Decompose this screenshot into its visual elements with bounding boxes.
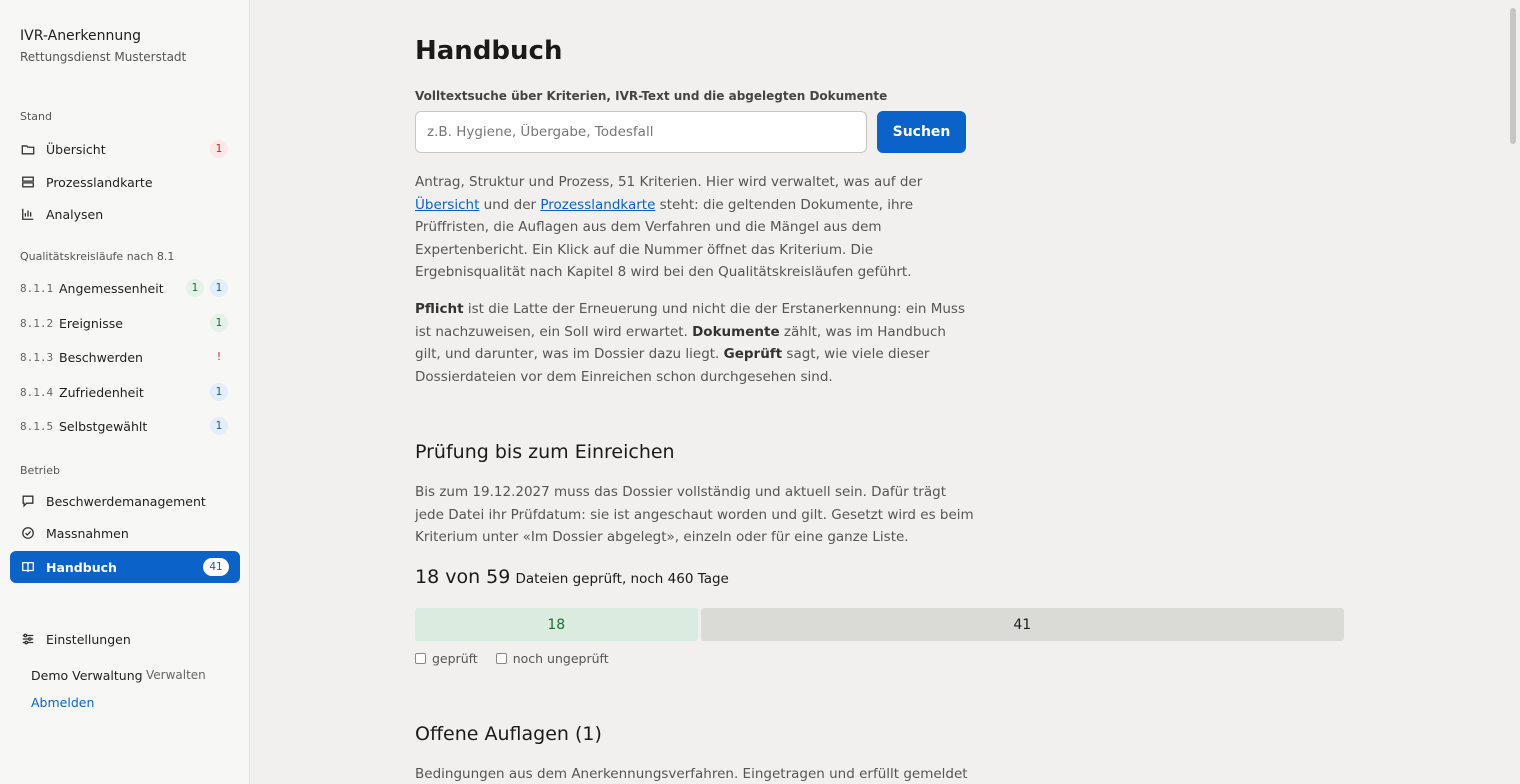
sidebar-item-uebersicht[interactable]: Übersicht 1 — [10, 134, 240, 164]
filter-checked[interactable]: geprüft — [415, 651, 478, 666]
legend-label: noch ungeprüft — [512, 651, 609, 666]
section-label-stand: Stand — [20, 110, 52, 123]
sliders-icon — [20, 631, 36, 647]
criterion-number: 8.1.2 — [20, 316, 54, 330]
check-circle-icon — [20, 525, 36, 541]
info-badge: 1 — [210, 279, 228, 297]
term-pflicht: Pflicht — [415, 301, 464, 317]
term-dokumente: Dokumente — [692, 323, 780, 340]
done-badge: 1 — [210, 314, 228, 332]
folder-icon — [20, 141, 36, 157]
sidebar-item-label: Übersicht — [46, 141, 106, 157]
sidebar-item-beschwerdemanagement[interactable]: Beschwerdemanagement — [10, 486, 240, 516]
bar-chart-icon — [20, 206, 36, 222]
intro-text: und der — [479, 196, 541, 213]
sidebar-item-ereignisse[interactable]: 8.1.2 Ereignisse 1 — [10, 308, 240, 338]
info-badge: 1 — [210, 417, 228, 435]
done-badge: 1 — [186, 279, 204, 297]
section-heading-auflagen: Offene Auflagen (1) — [415, 723, 602, 745]
info-badge: 1 — [210, 383, 228, 401]
intro-paragraph: Antrag, Struktur und Prozess, 51 Kriteri… — [415, 171, 975, 284]
review-count: 18 von 59 Dateien geprüft, noch 460 Tage — [415, 566, 729, 588]
criterion-number: 8.1.4 — [20, 385, 54, 399]
scrollbar[interactable] — [1506, 0, 1520, 784]
checkbox[interactable] — [495, 653, 507, 664]
sidebar-item-label: Beschwerden — [59, 349, 143, 365]
criterion-number: 8.1.5 — [20, 419, 54, 433]
filter-unchecked[interactable]: noch ungeprüft — [495, 651, 609, 666]
sidebar-item-analysen[interactable]: Analysen — [10, 199, 240, 229]
pruefung-text: Bis zum 19.12.2027 muss das Dossier voll… — [415, 484, 974, 545]
section-label-betrieb: Betrieb — [20, 464, 60, 477]
review-count-value: 18 von 59 — [415, 566, 511, 588]
sidebar-item-angemessenheit[interactable]: 8.1.1 Angemessenheit 1 1 — [10, 273, 240, 303]
intro-text: Antrag, Struktur und Prozess, 51 Kriteri… — [415, 174, 923, 190]
user-role: Verwalten — [146, 668, 206, 682]
link-uebersicht[interactable]: Übersicht — [415, 197, 479, 213]
search-input[interactable] — [415, 111, 867, 153]
sidebar-item-label: Prozesslandkarte — [46, 174, 153, 190]
sidebar-item-label: Analysen — [46, 206, 104, 222]
progress-legend: geprüft noch ungeprüft — [415, 651, 609, 666]
sidebar-item-label: Einstellungen — [46, 631, 131, 647]
sidebar-item-zufriedenheit[interactable]: 8.1.4 Zufriedenheit 1 — [10, 377, 240, 407]
warning-badge: ! — [216, 351, 222, 363]
alert-badge: 1 — [210, 140, 228, 158]
user-name: Demo Verwaltung — [31, 668, 143, 683]
section-heading-pruefung: Prüfung bis zum Einreichen — [415, 441, 675, 463]
sidebar-item-selbstgewaehlt[interactable]: 8.1.5 Selbstgewählt 1 — [10, 411, 240, 441]
sidebar-item-prozesslandkarte[interactable]: Prozesslandkarte — [10, 167, 240, 197]
term-geprueft: Geprüft — [723, 346, 783, 362]
scrollbar-thumb[interactable] — [1510, 8, 1516, 144]
sidebar-item-label: Beschwerdemanagement — [46, 493, 206, 509]
page-title: Handbuch — [415, 36, 563, 66]
review-progress-bar: 18 41 — [415, 608, 1344, 641]
stack-icon — [20, 174, 36, 190]
organisation-name: Rettungsdienst Musterstadt — [20, 50, 187, 64]
book-icon — [20, 559, 36, 575]
sidebar: IVR-Anerkennung Rettungsdienst Mustersta… — [0, 0, 250, 784]
criterion-number: 8.1.3 — [20, 350, 54, 364]
sidebar-item-handbuch[interactable]: Handbuch 41 — [10, 551, 240, 583]
logout-link[interactable]: Abmelden — [31, 695, 94, 710]
sidebar-item-massnahmen[interactable]: Massnahmen — [10, 518, 240, 548]
review-count-caption: Dateien geprüft, noch 460 Tage — [515, 571, 729, 587]
count-badge: 41 — [203, 558, 229, 576]
sidebar-item-label: Ereignisse — [59, 315, 123, 331]
sidebar-item-label: Massnahmen — [46, 525, 129, 541]
chat-icon — [20, 493, 36, 509]
search-label: Volltextsuche über Kriterien, IVR-Text u… — [415, 89, 888, 103]
sidebar-item-label: Angemessenheit — [59, 280, 164, 296]
sidebar-item-beschwerden[interactable]: 8.1.3 Beschwerden ! — [10, 342, 240, 372]
definition-paragraph: Pflicht ist die Latte der Erneuerung und… — [415, 298, 975, 388]
link-prozesslandkarte[interactable]: Prozesslandkarte — [540, 197, 655, 213]
sidebar-item-label: Zufriedenheit — [59, 384, 144, 400]
app-title: IVR-Anerkennung — [20, 28, 142, 44]
progress-segment-unchecked[interactable]: 41 — [700, 608, 1344, 641]
criterion-number: 8.1.1 — [20, 281, 54, 295]
search-button[interactable]: Suchen — [877, 111, 966, 153]
progress-segment-checked[interactable]: 18 — [415, 608, 698, 641]
legend-label: geprüft — [432, 651, 478, 666]
section-label-qualitaetskreislaeufe: Qualitätskreisläufe nach 8.1 — [20, 250, 175, 263]
auflagen-text: Bedingungen aus dem Anerkennungsverfahre… — [415, 766, 968, 782]
sidebar-item-einstellungen[interactable]: Einstellungen — [10, 624, 240, 654]
checkbox[interactable] — [415, 653, 426, 664]
sidebar-item-label: Handbuch — [46, 559, 117, 575]
sidebar-item-label: Selbstgewählt — [59, 418, 148, 434]
